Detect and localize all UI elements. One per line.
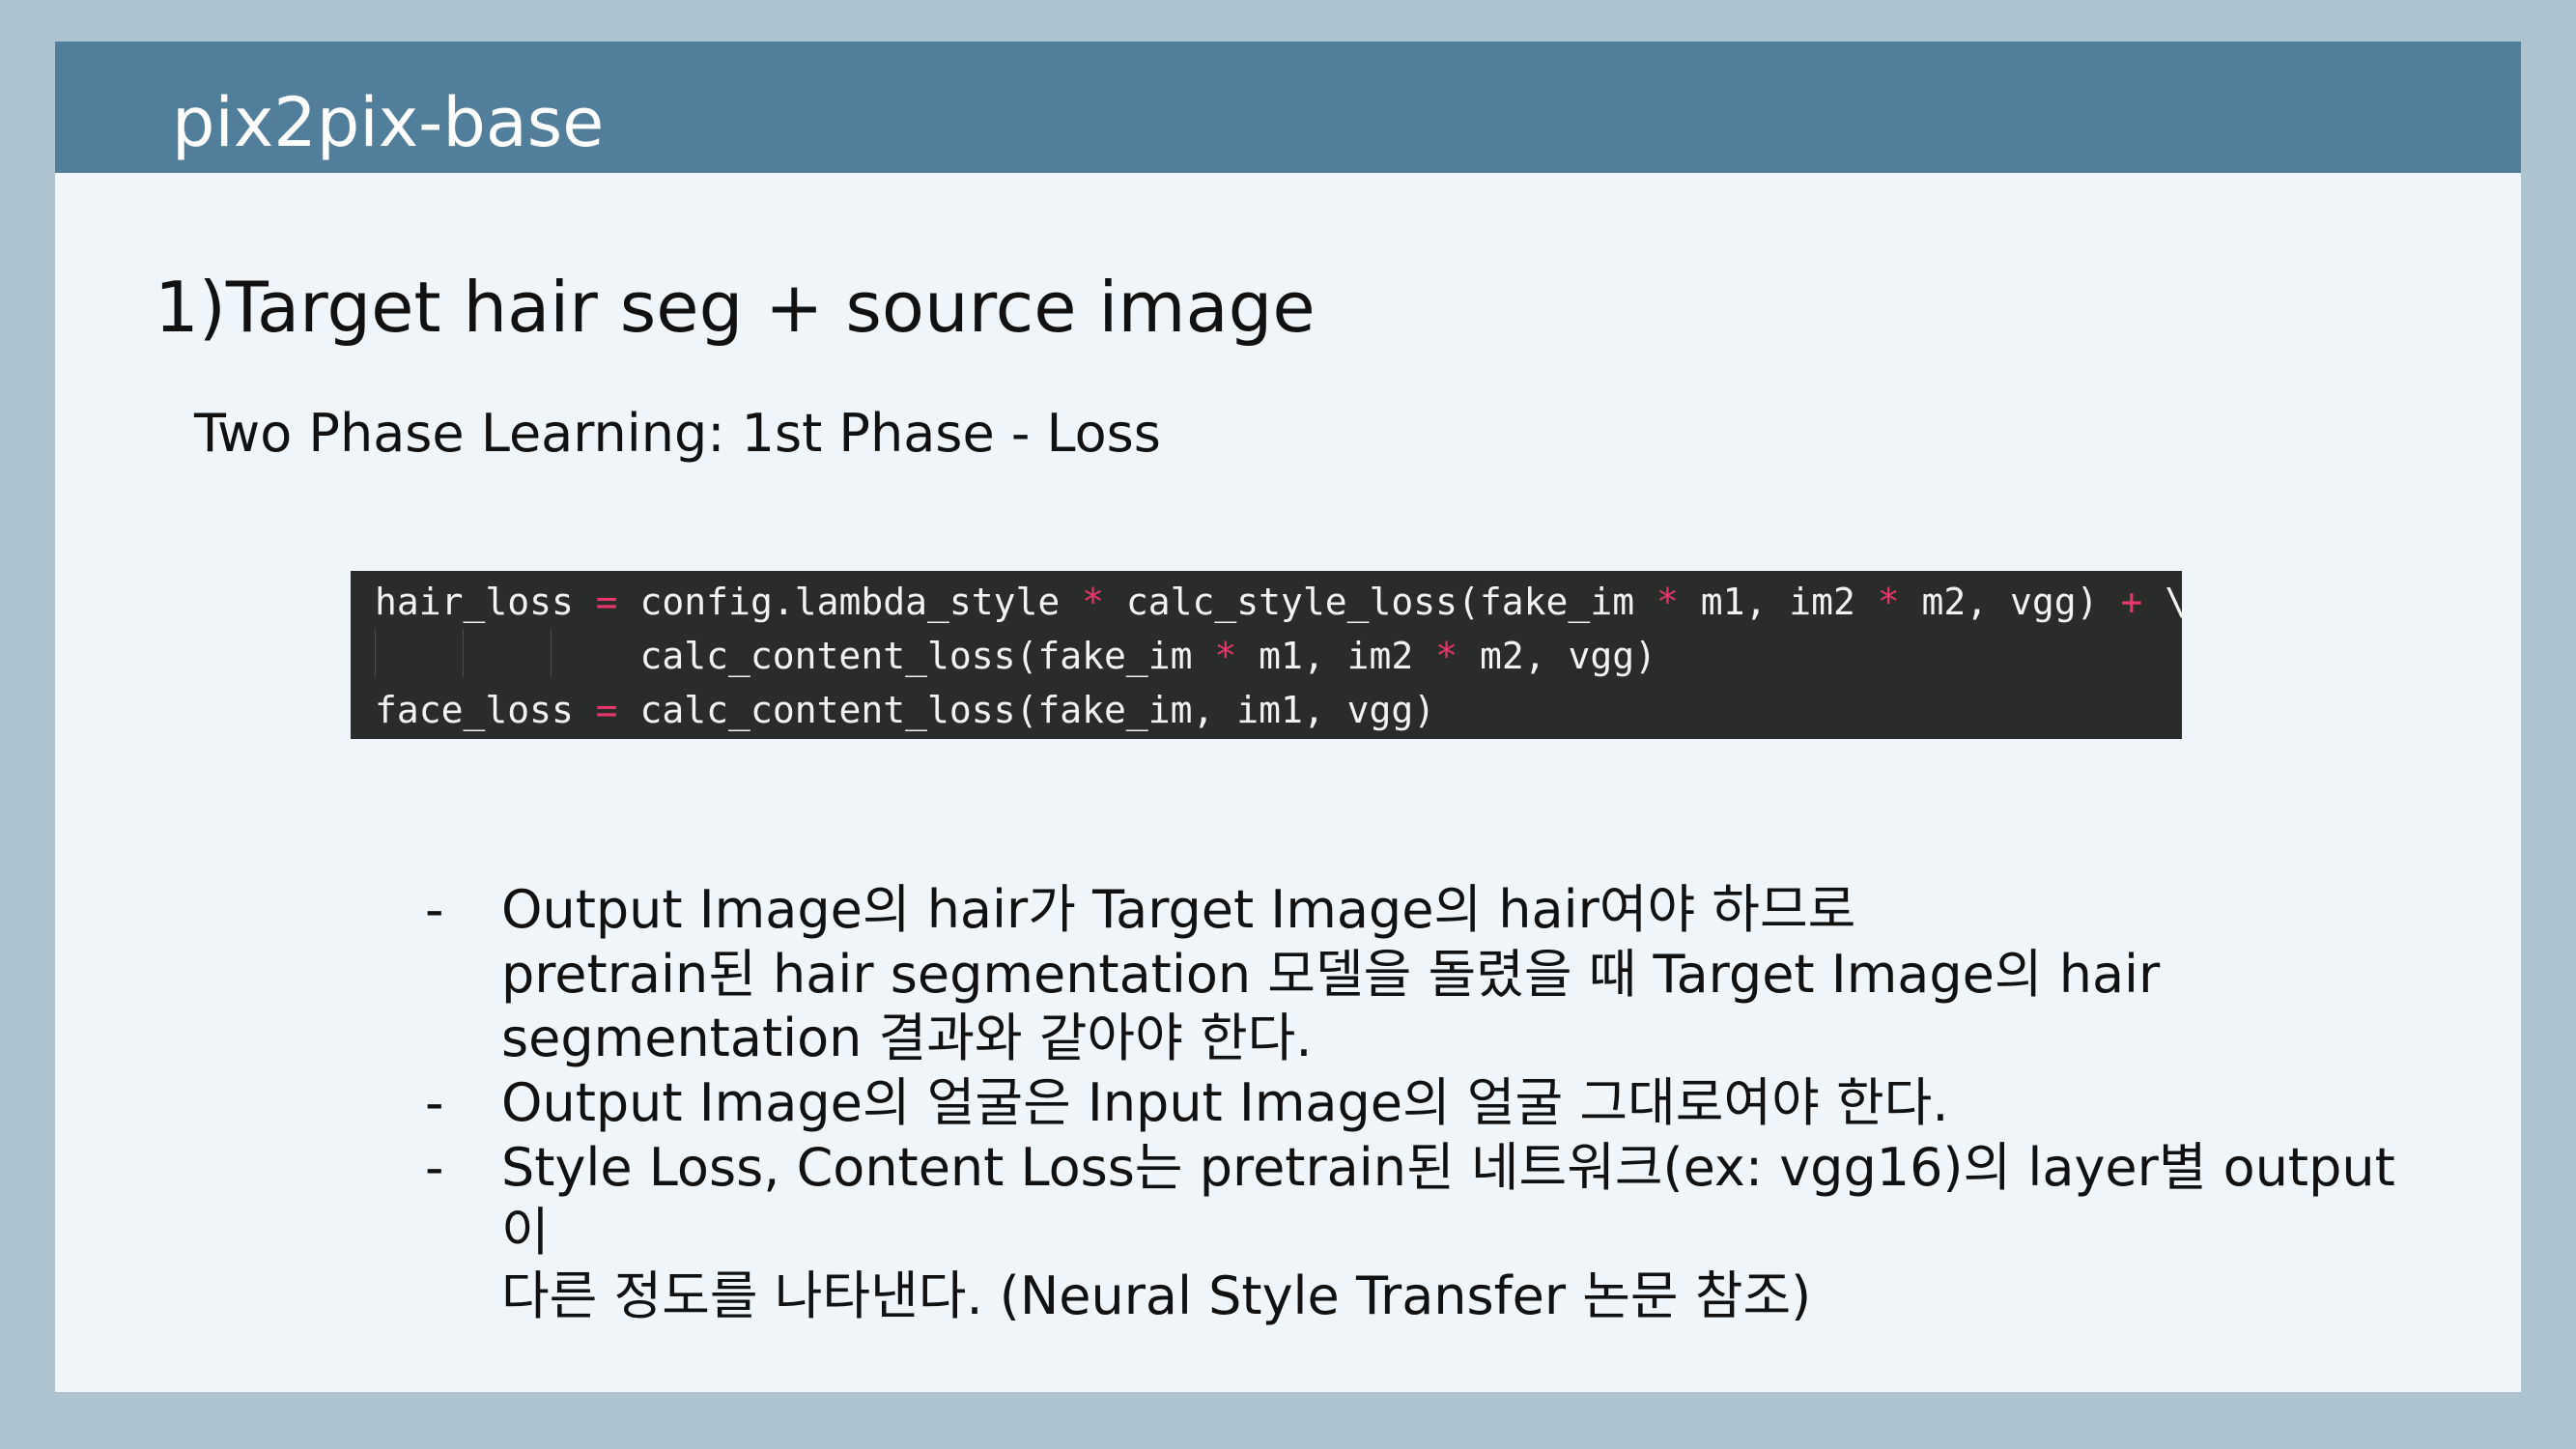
code-token: \ <box>2142 581 2188 623</box>
code-operator: * <box>1435 635 1458 677</box>
code-operator: * <box>1214 635 1237 677</box>
bullet-dash: - <box>425 879 444 940</box>
section-heading: 1)Target hair seg + source image <box>155 267 1316 348</box>
code-operator: = <box>595 689 618 731</box>
code-token: hair_loss <box>375 581 596 623</box>
bullet-text-line: 다른 정도를 나타낸다. (Neural Style Transfer 논문 참… <box>501 1265 1812 1327</box>
code-token: calc_content_loss(fake_im <box>375 635 1215 677</box>
bullet-item: - Output Image의 얼굴은 Input Image의 얼굴 그대로여야… <box>425 1071 2357 1136</box>
title-bar: pix2pix-base <box>55 42 2521 173</box>
bullet-item: - Style Loss, Content Loss는 pretrain된 네트워… <box>425 1136 2395 1329</box>
bullet-dash: - <box>425 1072 444 1134</box>
bullet-dash: - <box>425 1136 444 1198</box>
slide: pix2pix-base 1)Target hair seg + source … <box>55 42 2521 1392</box>
code-token: m1, im2 <box>1678 581 1878 623</box>
code-token: calc_style_loss(fake_im <box>1104 581 1656 623</box>
code-token: m2, vgg) <box>1458 635 1656 677</box>
bullet-item: - Output Image의 hair가 Target Image의 hair여… <box>425 878 2357 1071</box>
code-line: hair_loss = config.lambda_style * calc_s… <box>375 575 2187 629</box>
code-operator: * <box>1877 581 1900 623</box>
bullet-text-line: Output Image의 얼굴은 Input Image의 얼굴 그대로여야 … <box>501 1072 1949 1134</box>
bullet-text-line: segmentation 결과와 같아야 한다. <box>501 1008 1313 1069</box>
bullet-list: - Output Image의 hair가 Target Image의 hair여… <box>425 878 2395 1329</box>
code-token: m1, im2 <box>1236 635 1436 677</box>
code-token: calc_content_loss(fake_im, im1, vgg) <box>617 689 1436 731</box>
bullet-text-line: Style Loss, Content Loss는 pretrain된 네트워크… <box>501 1136 2395 1198</box>
code-operator: * <box>1656 581 1679 623</box>
code-operator: = <box>595 581 618 623</box>
bullet-text-line: Output Image의 hair가 Target Image의 hair여야… <box>501 879 1856 940</box>
code-token: config.lambda_style <box>617 581 1083 623</box>
code-token: m2, vgg) <box>1899 581 2121 623</box>
code-line: face_loss = calc_content_loss(fake_im, i… <box>375 683 1435 737</box>
sub-heading: Two Phase Learning: 1st Phase - Loss <box>194 403 1161 464</box>
code-line: calc_content_loss(fake_im * m1, im2 * m2… <box>375 629 1656 683</box>
bullet-text-line: 이 <box>501 1201 550 1263</box>
code-operator: * <box>1082 581 1104 623</box>
code-operator: + <box>2120 581 2143 623</box>
code-token: face_loss <box>375 689 596 731</box>
bullet-text-line: pretrain된 hair segmentation 모델을 돌렸을 때 Ta… <box>501 943 2161 1005</box>
code-block: hair_loss = config.lambda_style * calc_s… <box>351 571 2187 739</box>
slide-title: pix2pix-base <box>172 83 605 162</box>
